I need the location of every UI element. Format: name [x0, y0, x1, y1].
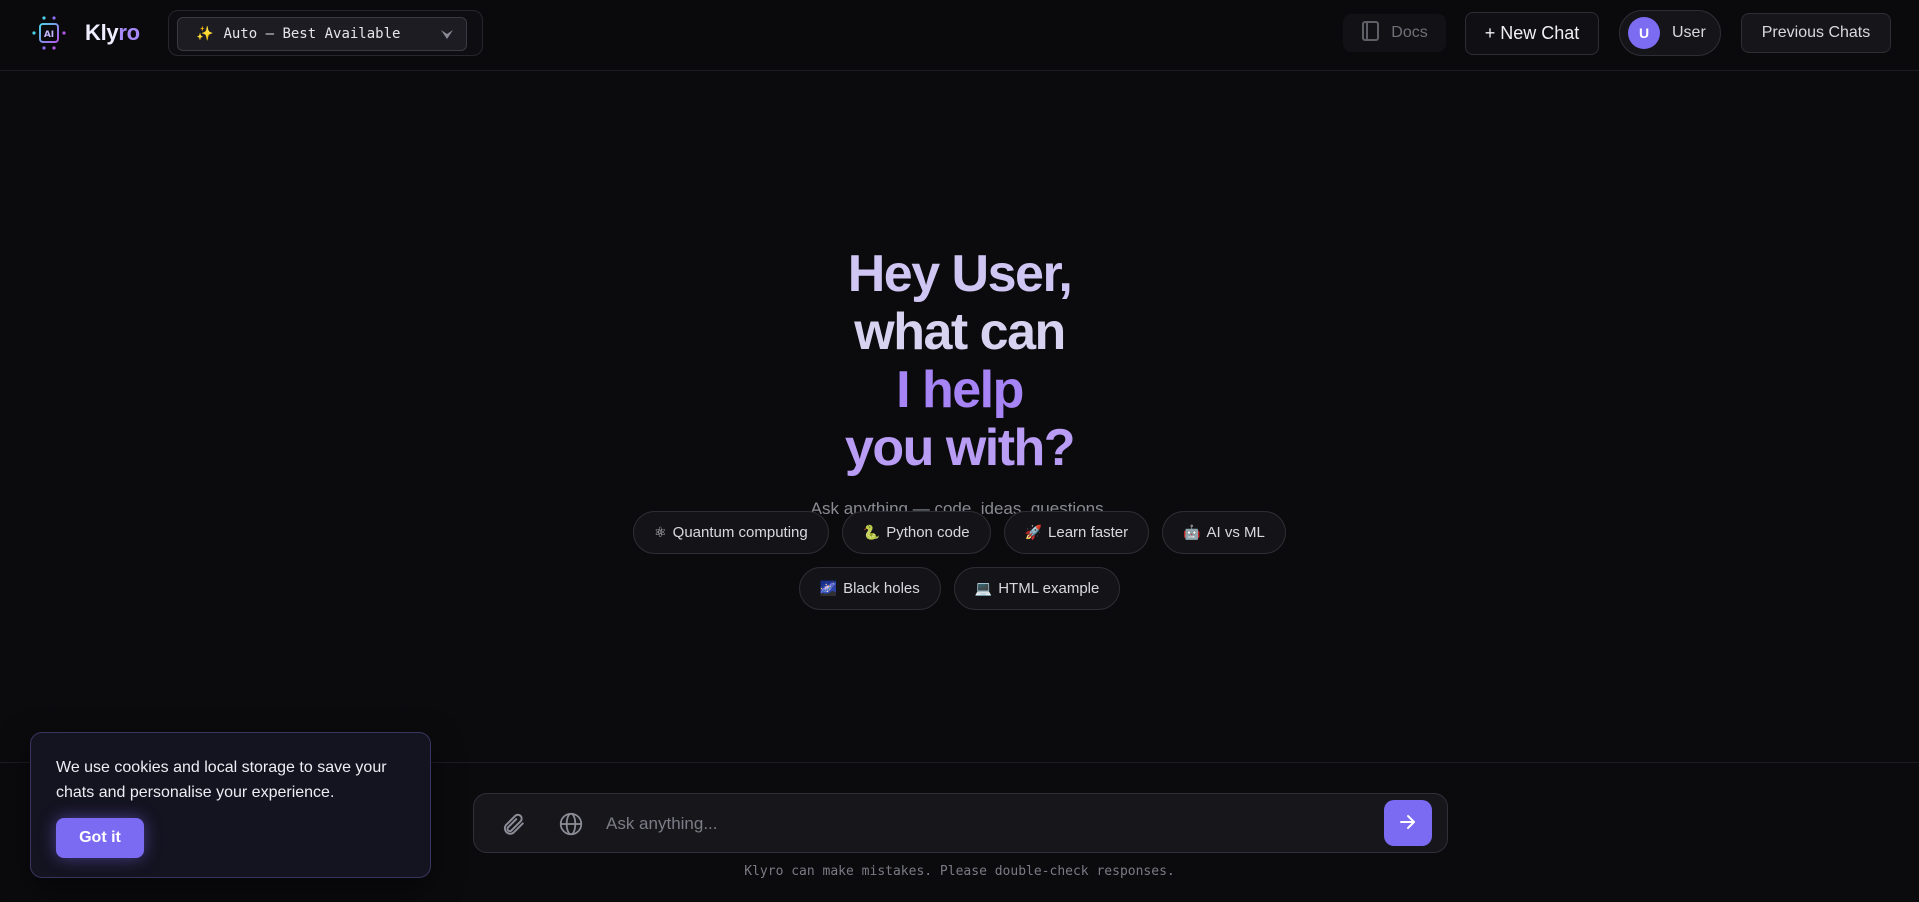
chevron-down-icon [440, 27, 454, 41]
logo-icon[interactable]: AI [30, 14, 68, 52]
chip-label: Python code [886, 524, 970, 541]
docs-button[interactable]: Docs [1343, 14, 1446, 52]
galaxy-icon: 🌌 [819, 580, 838, 596]
sparkle-icon: ✨ [196, 26, 214, 42]
suggestion-chip-learn[interactable]: 🚀 Learn faster [1003, 511, 1150, 554]
hero-section: Hey User, what can I help you with? Ask … [0, 245, 1919, 519]
new-chat-button[interactable]: + New Chat [1465, 12, 1599, 55]
model-select-value: Auto — Best Available [223, 26, 401, 42]
avatar: U [1628, 17, 1660, 49]
greeting-line-2a: what can [854, 303, 1066, 361]
user-name: User [1672, 24, 1706, 41]
chip-label: HTML example [998, 580, 1100, 597]
suggestion-chip-python[interactable]: 🐍 Python code [841, 511, 991, 554]
cookie-message: We use cookies and local storage to save… [56, 759, 387, 801]
robot-icon: 🤖 [1183, 524, 1201, 540]
chip-label: Quantum computing [672, 524, 808, 541]
greeting-line-2: what can I help [0, 303, 1919, 419]
suggestion-chip-quantum[interactable]: ⚛ Quantum computing [633, 511, 829, 554]
paperclip-icon[interactable] [500, 811, 526, 837]
svg-text:AI: AI [44, 30, 54, 40]
suggestion-row-1: ⚛ Quantum computing 🐍 Python code 🚀 Lear… [633, 511, 1286, 554]
chat-composer [473, 793, 1448, 853]
chip-label: Learn faster [1048, 524, 1129, 541]
atom-icon: ⚛ [654, 524, 667, 540]
top-header: AI Klyro ✨ Auto — Best Available Docs + … [0, 0, 1919, 71]
logo-text[interactable]: Klyro [85, 20, 140, 46]
greeting-line-2b: I help [896, 361, 1024, 419]
suggestion-chip-black-holes[interactable]: 🌌 Black holes [798, 567, 941, 610]
user-menu-button[interactable]: U User [1619, 10, 1721, 56]
book-icon [1361, 20, 1381, 47]
cookie-banner: We use cookies and local storage to save… [30, 732, 431, 878]
docs-label: Docs [1391, 24, 1428, 41]
greeting-line-1: Hey User, [847, 245, 1073, 303]
snake-icon: 🐍 [862, 524, 881, 540]
send-button[interactable] [1384, 800, 1432, 846]
suggestion-chip-html[interactable]: 💻 HTML example [953, 567, 1121, 610]
laptop-icon: 💻 [974, 580, 993, 596]
rocket-icon: 🚀 [1024, 524, 1043, 540]
suggestion-chips: ⚛ Quantum computing 🐍 Python code 🚀 Lear… [0, 511, 1919, 610]
chat-input[interactable] [606, 808, 1366, 840]
greeting-heading: Hey User, what can I help you with? [0, 245, 1919, 477]
logo-text-accent: ro [118, 20, 140, 45]
greeting-line-3: you with? [844, 419, 1076, 477]
previous-chats-button[interactable]: Previous Chats [1741, 13, 1891, 53]
logo-text-main: Kly [85, 20, 119, 45]
chip-label: AI vs ML [1206, 524, 1265, 541]
suggestion-row-2: 🌌 Black holes 💻 HTML example [798, 567, 1121, 610]
model-select[interactable]: ✨ Auto — Best Available [177, 17, 467, 51]
globe-icon[interactable] [558, 811, 584, 837]
arrow-right-icon [1398, 812, 1418, 835]
suggestion-chip-ai-ml[interactable]: 🤖 AI vs ML [1162, 511, 1286, 554]
chip-label: Black holes [843, 580, 920, 597]
got-it-button[interactable]: Got it [56, 818, 144, 858]
model-selector-container: ✨ Auto — Best Available [168, 10, 483, 56]
